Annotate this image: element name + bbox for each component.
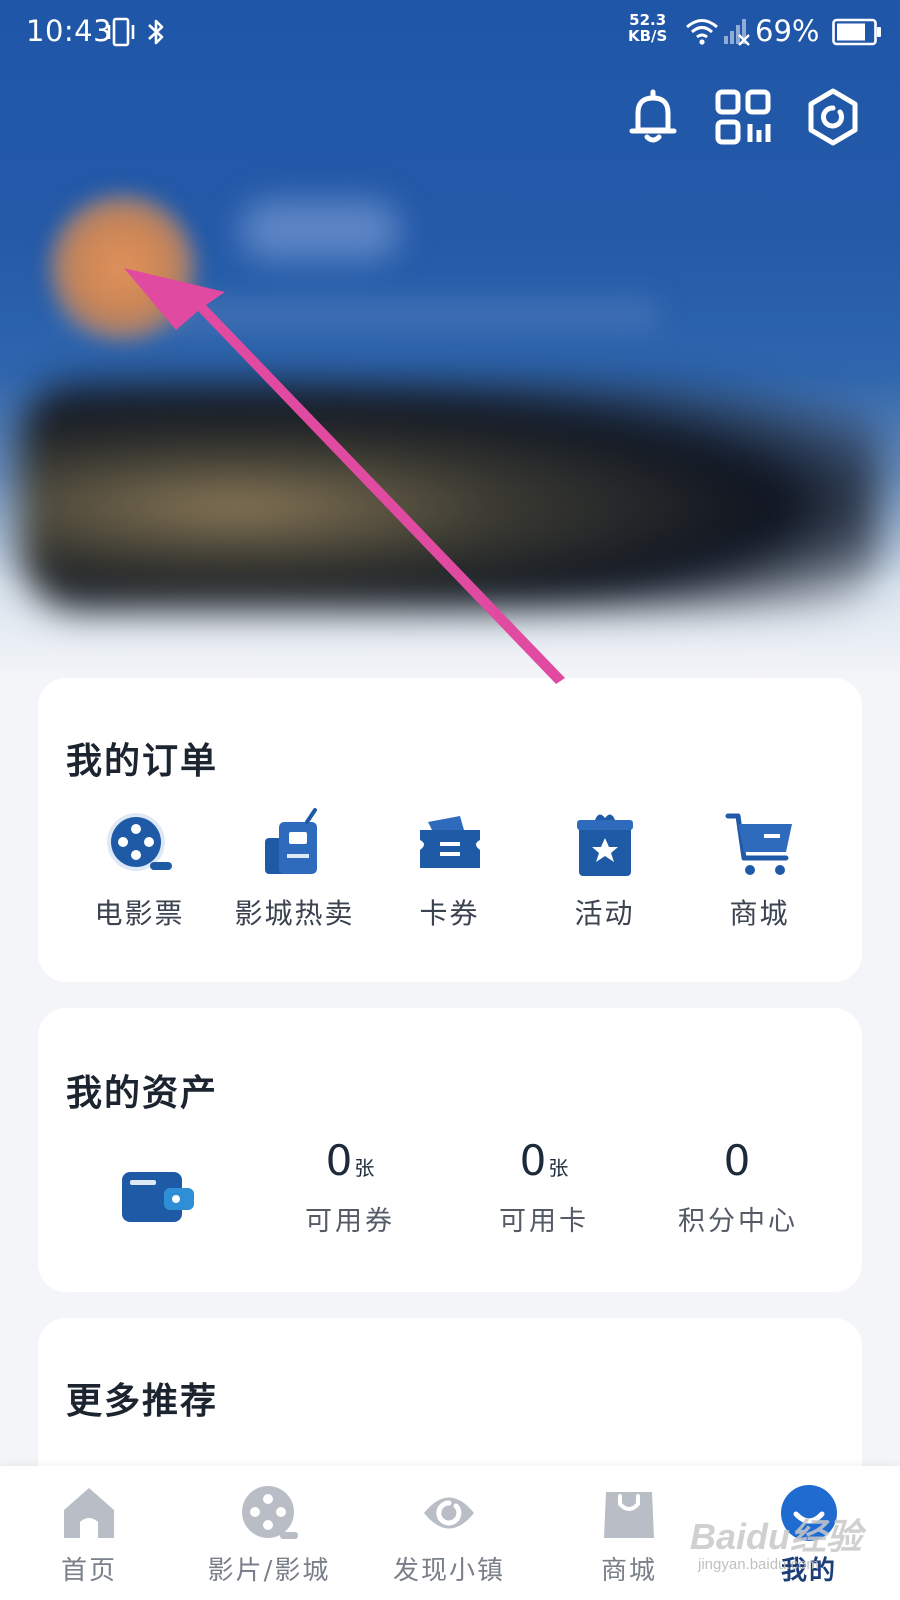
home-icon [64, 1488, 114, 1538]
wallet-icon[interactable] [120, 1168, 196, 1228]
shop-cart-icon [725, 813, 792, 875]
asset-coupons[interactable]: 0张 可用券 [270, 1136, 430, 1238]
nav-item-films-cinemas[interactable]: 影片/影城 [184, 1482, 354, 1587]
vibrate-icon [107, 17, 135, 47]
settings-icon[interactable] [802, 86, 864, 148]
order-item-movie-ticket[interactable]: 电影票 [62, 808, 217, 932]
bluetooth-icon [148, 19, 164, 45]
assets-title: 我的资产 [66, 1072, 219, 1114]
nav-item-home[interactable]: 首页 [4, 1482, 174, 1587]
film-reel-icon [242, 1486, 298, 1539]
order-item-coupon[interactable]: 卡券 [372, 808, 527, 932]
profile-header: 10:43 52.3 KB/S 69% [0, 0, 900, 680]
orders-card: 我的订单 电影票 影城热卖 卡券 活动 商城 [38, 678, 862, 982]
wifi-icon [686, 19, 718, 45]
nav-item-discover[interactable]: 发现小镇 [364, 1482, 534, 1587]
coupon-icon [419, 816, 480, 868]
assets-card: 我的资产 0张 可用券 0张 可用卡 0 积分中心 [38, 1008, 862, 1292]
asset-cards[interactable]: 0张 可用卡 [464, 1136, 624, 1238]
status-time: 10:43 [26, 14, 113, 48]
asset-points-center[interactable]: 0 积分中心 [658, 1136, 818, 1238]
qr-code-icon[interactable] [712, 86, 774, 148]
cinema-hot-sale-icon [264, 808, 317, 874]
orders-title: 我的订单 [66, 740, 219, 782]
recommend-title: 更多推荐 [66, 1380, 219, 1422]
order-item-activity[interactable]: 活动 [527, 808, 682, 932]
battery-icon [832, 18, 881, 46]
shopping-bag-icon [604, 1492, 654, 1538]
movie-ticket-icon [106, 813, 172, 871]
blurred-username [240, 200, 400, 260]
activity-icon [576, 814, 633, 876]
network-speed: 52.3 KB/S [628, 11, 668, 45]
avatar[interactable] [50, 195, 195, 340]
battery-percent: 69% [755, 14, 820, 48]
discover-icon [424, 1497, 474, 1529]
cellular-signal-icon [724, 19, 750, 46]
baidu-watermark: Baidu经验 jingyan.baidu.com [690, 1516, 863, 1573]
order-item-cinema-hot-sale[interactable]: 影城热卖 [217, 808, 372, 932]
status-bar: 10:43 52.3 KB/S 69% [0, 0, 900, 64]
orders-list: 电影票 影城热卖 卡券 活动 商城 [38, 808, 862, 932]
bell-icon[interactable] [622, 86, 684, 148]
order-item-shop[interactable]: 商城 [682, 808, 837, 932]
blurred-member-banner[interactable] [20, 380, 880, 610]
nav-item-shop[interactable]: 商城 [544, 1482, 714, 1587]
